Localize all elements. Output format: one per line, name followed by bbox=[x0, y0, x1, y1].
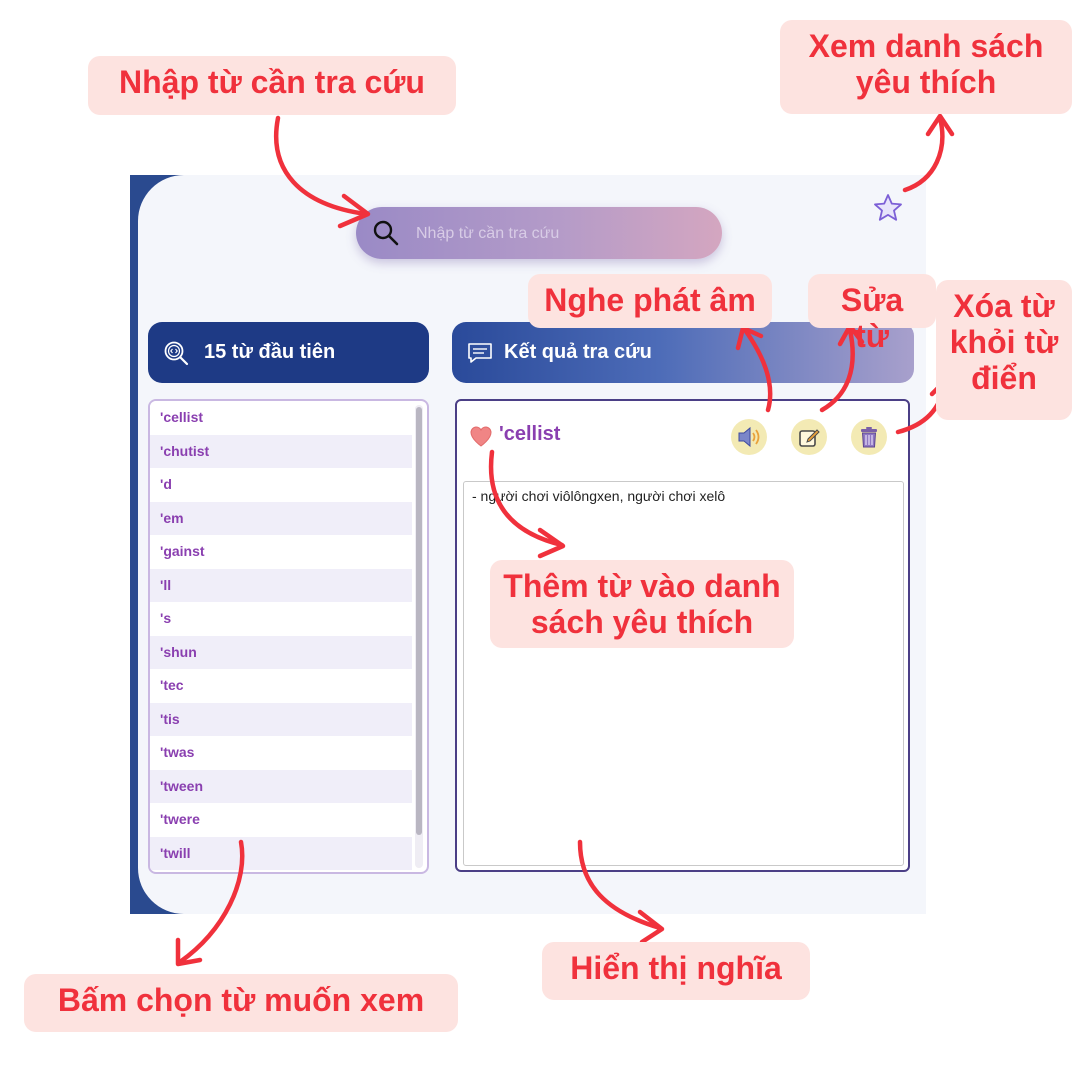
word-list-item[interactable]: 'twill bbox=[150, 836, 412, 870]
edit-icon bbox=[799, 429, 820, 447]
result-word: 'cellist bbox=[499, 423, 561, 445]
annotation-pronounce: Nghe phát âm bbox=[528, 274, 772, 328]
word-list-item[interactable]: 'd bbox=[150, 468, 412, 502]
trash-icon bbox=[861, 427, 877, 448]
word-list-item[interactable]: 'gainst bbox=[150, 535, 412, 569]
word-list-scrollbar[interactable] bbox=[415, 405, 423, 868]
word-list-item[interactable]: 'tec bbox=[150, 669, 412, 703]
annotation-line: khỏi từ bbox=[949, 324, 1059, 360]
result-header: Kết quả tra cứu bbox=[452, 322, 914, 383]
scrollbar-thumb[interactable] bbox=[416, 407, 422, 835]
heart-icon[interactable] bbox=[469, 425, 493, 447]
word-list[interactable]: 'cellist 'chutist 'd 'em 'gainst 'll 's … bbox=[148, 399, 429, 874]
search-input[interactable] bbox=[414, 219, 708, 249]
magnifier-code-icon bbox=[164, 341, 189, 365]
annotation-edit: Sửa từ bbox=[808, 274, 936, 354]
delete-button[interactable] bbox=[851, 419, 887, 455]
annotation-search: Nhập từ cần tra cứu bbox=[88, 56, 456, 115]
annotation-delete: Xóa từ khỏi từ điển bbox=[936, 280, 1072, 420]
annotation-line: Xem danh sách bbox=[808, 28, 1044, 64]
annotation-line: điển bbox=[971, 360, 1037, 396]
search-bar[interactable] bbox=[356, 207, 722, 259]
annotation-favorites-list: Xem danh sách yêu thích bbox=[780, 20, 1072, 114]
word-list-item[interactable]: 'cellist bbox=[150, 401, 412, 435]
annotation-line: sách yêu thích bbox=[530, 604, 754, 640]
word-list-item[interactable]: 'chutist bbox=[150, 434, 412, 468]
meaning-text: - người chơi viôlôngxen, người chơi xelô bbox=[463, 481, 904, 866]
annotation-line: Xóa từ bbox=[953, 288, 1055, 324]
pronounce-button[interactable] bbox=[731, 419, 767, 455]
word-list-item[interactable]: 'em bbox=[150, 501, 412, 535]
annotation-line: Thêm từ vào danh bbox=[503, 568, 781, 604]
word-list-item[interactable]: 'tis bbox=[150, 702, 412, 736]
word-list-item[interactable]: 'twere bbox=[150, 803, 412, 837]
annotation-line: yêu thích bbox=[855, 64, 997, 100]
search-icon bbox=[373, 220, 399, 246]
speaker-icon bbox=[738, 426, 760, 448]
edit-button[interactable] bbox=[791, 419, 827, 455]
word-list-item[interactable]: 'tween bbox=[150, 769, 412, 803]
word-list-item[interactable]: 'twas bbox=[150, 736, 412, 770]
star-icon[interactable] bbox=[872, 192, 904, 224]
word-list-title: 15 từ đầu tiên bbox=[204, 341, 336, 363]
word-list-item[interactable]: 's bbox=[150, 602, 412, 636]
word-list-item[interactable]: 'll bbox=[150, 568, 412, 602]
annotation-select-word: Bấm chọn từ muốn xem bbox=[24, 974, 458, 1032]
message-lines-icon bbox=[468, 342, 492, 363]
word-list-header: 15 từ đầu tiên bbox=[148, 322, 429, 383]
annotation-show-meaning: Hiển thị nghĩa bbox=[542, 942, 810, 1000]
word-list-item[interactable]: 'shun bbox=[150, 635, 412, 669]
result-title: Kết quả tra cứu bbox=[504, 341, 652, 363]
annotation-add-favorite: Thêm từ vào danh sách yêu thích bbox=[490, 560, 794, 648]
